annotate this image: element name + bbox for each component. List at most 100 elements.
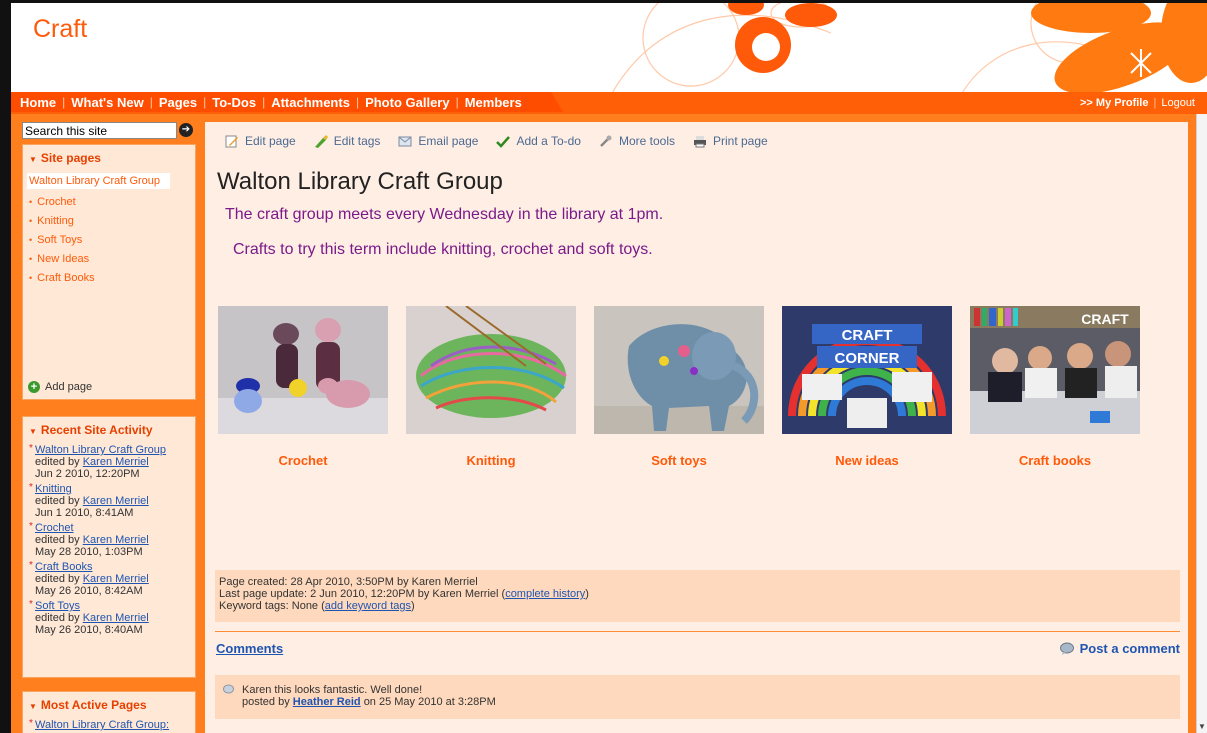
edit-page-icon [225, 135, 238, 147]
more-tools-label: More tools [618, 134, 675, 148]
nav-separator: | [455, 95, 459, 109]
paren-close: ) [585, 588, 589, 600]
nav-members[interactable]: Members [465, 95, 522, 110]
activity-item: * Craft Books edited by Karen Merriel Ma… [29, 560, 195, 597]
bullet-star-icon: * [29, 560, 33, 571]
nav-separator: | [62, 95, 66, 109]
nav-separator: | [203, 95, 207, 109]
activity-date: May 26 2010, 8:40AM [35, 624, 143, 636]
comment-item: Karen this looks fantastic. Well done! p… [215, 675, 1180, 719]
comment-date: on 25 May 2010 at 3:28PM [363, 696, 496, 708]
most-active-page-link[interactable]: Walton Library Craft Group: [35, 719, 169, 731]
plus-icon: + [28, 381, 40, 393]
gallery-caption-crochet[interactable]: Crochet [218, 453, 388, 468]
browser-page: Craft Home | What's New | Pages | To-Dos… [0, 0, 1207, 733]
nav-whats-new[interactable]: What's New [71, 95, 143, 110]
bullet-icon: • [29, 235, 33, 245]
site-page-current[interactable]: Walton Library Craft Group [27, 173, 170, 189]
vertical-scrollbar[interactable] [1196, 114, 1207, 733]
bullet-icon: • [29, 254, 33, 264]
my-profile-link[interactable]: >> My Profile [1080, 97, 1148, 109]
comment-row: Karen this looks fantastic. Well done! p… [223, 684, 1172, 708]
complete-history-link[interactable]: complete history [505, 588, 585, 600]
site-page-crochet[interactable]: • Crochet [29, 196, 195, 208]
checkmark-icon [496, 135, 511, 148]
activity-page-link[interactable]: Knitting [35, 483, 72, 495]
post-comment-label: Post a comment [1079, 641, 1180, 656]
triangle-down-icon: ▼ [29, 702, 37, 711]
activity-page-link[interactable]: Crochet [35, 522, 74, 534]
bullet-icon: • [29, 273, 33, 283]
comment-author-link[interactable]: Heather Reid [293, 696, 361, 708]
nav-to-dos[interactable]: To-Dos [212, 95, 256, 110]
edit-page-label: Edit page [245, 134, 296, 148]
triangle-down-icon: ▼ [29, 155, 37, 164]
intro-paragraph: The craft group meets every Wednesday in… [225, 206, 664, 223]
activity-page-link[interactable]: Craft Books [35, 561, 92, 573]
nav-photo-gallery[interactable]: Photo Gallery [365, 95, 450, 110]
nav-separator: | [149, 95, 153, 109]
gallery-caption-knitting[interactable]: Knitting [406, 453, 576, 468]
craft-books-photo[interactable]: CRAFT [970, 306, 1140, 434]
edit-tags-label: Edit tags [333, 134, 381, 148]
site-pages-panel: ▼ Site pages Walton Library Craft Group •… [22, 144, 196, 400]
most-active-item: * Walton Library Craft Group: [29, 718, 195, 731]
search-go-icon[interactable]: ➔ [179, 123, 193, 137]
most-active-heading[interactable]: ▼ Most Active Pages [23, 692, 195, 712]
scroll-down-icon[interactable]: ▼ [1198, 722, 1206, 731]
main-content: Edit page Edit tags Email page Add a To-… [205, 122, 1188, 733]
activity-user-link[interactable]: Karen Merriel [83, 612, 149, 624]
activity-page-link[interactable]: Walton Library Craft Group [35, 444, 166, 456]
bullet-star-icon: * [29, 482, 33, 493]
print-page-button[interactable]: Print page [693, 134, 768, 148]
activity-user-link[interactable]: Karen Merriel [83, 495, 149, 507]
soft-toys-photo[interactable] [594, 306, 764, 434]
triangle-down-icon: ▼ [29, 427, 37, 436]
activity-item: * Knitting edited by Karen Merriel Jun 1… [29, 482, 195, 519]
crochet-photo[interactable] [218, 306, 388, 434]
site-page-soft-toys[interactable]: • Soft Toys [29, 234, 195, 246]
nav-attachments[interactable]: Attachments [271, 95, 350, 110]
comment-meta: posted by Heather Reid on 25 May 2010 at… [242, 696, 496, 708]
activity-user-link[interactable]: Karen Merriel [83, 456, 149, 468]
speech-bubble-icon [1059, 642, 1074, 655]
bullet-star-icon: * [29, 521, 33, 532]
more-tools-button[interactable]: More tools [599, 134, 675, 148]
page-updated-text: Last page update: 2 Jun 2010, 12:20PM by… [219, 588, 506, 600]
site-title[interactable]: Craft [33, 15, 87, 44]
add-todo-button[interactable]: Add a To-do [496, 134, 581, 148]
comments-heading-link[interactable]: Comments [216, 641, 283, 656]
search-input[interactable] [22, 122, 177, 139]
add-keyword-tags-link[interactable]: add keyword tags [325, 600, 411, 612]
activity-page-link[interactable]: Soft Toys [35, 600, 80, 612]
site-page-knitting[interactable]: • Knitting [29, 215, 195, 227]
new-ideas-photo[interactable]: CRAFT CORNER [782, 306, 952, 434]
activity-user-link[interactable]: Karen Merriel [83, 534, 149, 546]
site-page-new-ideas[interactable]: • New Ideas [29, 253, 195, 265]
comment-body: Karen this looks fantastic. Well done! p… [242, 684, 496, 708]
logout-link[interactable]: Logout [1161, 97, 1195, 109]
page-title: Walton Library Craft Group [217, 168, 503, 195]
recent-activity-heading[interactable]: ▼ Recent Site Activity [23, 417, 195, 437]
edit-tags-button[interactable]: Edit tags [314, 134, 381, 148]
bullet-icon: • [29, 197, 33, 207]
site-pages-heading[interactable]: ▼ Site pages [23, 145, 195, 165]
gallery-caption-soft-toys[interactable]: Soft toys [594, 453, 764, 468]
keyword-tags-line: Keyword tags: None (add keyword tags) [219, 600, 1176, 612]
add-page-button[interactable]: + Add page [28, 381, 92, 393]
bullet-star-icon: * [29, 599, 33, 610]
gallery-caption-new-ideas[interactable]: New ideas [782, 453, 952, 468]
edit-page-button[interactable]: Edit page [225, 134, 296, 148]
activity-edited-by: edited by [35, 456, 80, 468]
activity-user-link[interactable]: Karen Merriel [83, 573, 149, 585]
site-page-craft-books[interactable]: • Craft Books [29, 272, 195, 284]
page-toolbar: Edit page Edit tags Email page Add a To-… [225, 134, 786, 148]
nav-home[interactable]: Home [20, 95, 56, 110]
craft-banner-text: CRAFT [1081, 311, 1129, 327]
add-todo-label: Add a To-do [516, 134, 581, 148]
post-comment-button[interactable]: Post a comment [1059, 641, 1180, 656]
knitting-photo[interactable] [406, 306, 576, 434]
email-page-button[interactable]: Email page [398, 134, 478, 148]
gallery-caption-craft-books[interactable]: Craft books [970, 453, 1140, 468]
nav-pages[interactable]: Pages [159, 95, 197, 110]
